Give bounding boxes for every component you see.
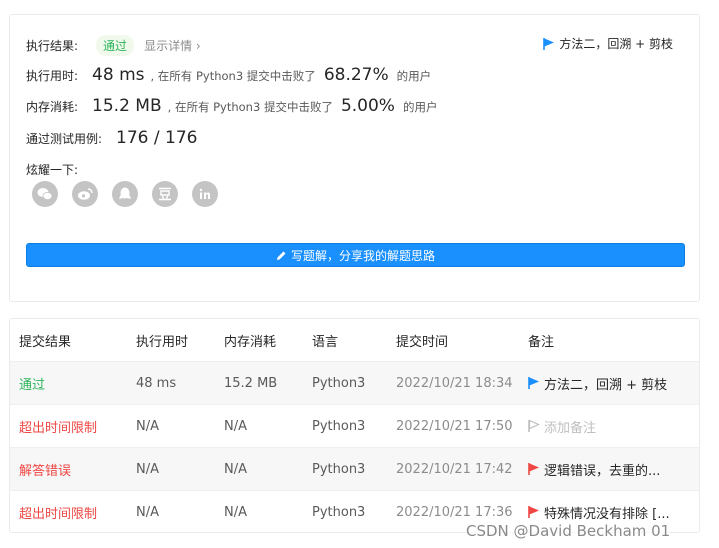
add-note-text: 添加备注: [544, 420, 597, 436]
table-row[interactable]: 超出时间限制 N/A N/A Python3 2022/10/21 17:50 …: [10, 404, 699, 447]
status-badge: 通过: [96, 35, 135, 56]
flag-icon: [528, 506, 539, 518]
row-result[interactable]: 超出时间限制: [19, 417, 97, 436]
watermark: CSDN @David Beckham 01: [466, 522, 671, 540]
runtime-tail-text: 的用户: [396, 69, 432, 83]
show-details-link[interactable]: 显示详情 ›: [144, 37, 201, 54]
wechat-icon[interactable]: [32, 181, 58, 207]
row-submitted-time: 2022/10/21 17:50: [396, 418, 513, 434]
tests-value: 176 / 176: [116, 128, 198, 148]
row-runtime: N/A: [136, 504, 159, 520]
submission-note-text: 方法二，回溯 + 剪枝: [559, 37, 673, 51]
row-memory: N/A: [224, 461, 247, 477]
row-result[interactable]: 超出时间限制: [19, 503, 97, 522]
qq-icon[interactable]: [112, 181, 138, 207]
flag-icon: [543, 37, 555, 50]
row-submitted-time: 2022/10/21 18:34: [396, 375, 513, 391]
linkedin-icon[interactable]: [192, 181, 218, 207]
header-result: 提交结果: [19, 334, 72, 350]
row-note[interactable]: 特殊情况没有排除 [...: [528, 503, 670, 522]
submission-note[interactable]: 方法二，回溯 + 剪枝: [543, 35, 673, 52]
row-result[interactable]: 通过: [19, 374, 45, 393]
table-header: 提交结果 执行用时 内存消耗 语言 提交时间 备注: [10, 319, 699, 361]
row-note[interactable]: 方法二，回溯 + 剪枝: [528, 374, 667, 393]
header-language: 语言: [312, 334, 339, 350]
header-note: 备注: [528, 334, 555, 350]
row-result[interactable]: 解答错误: [19, 460, 71, 479]
memory-percentile: 5.00%: [340, 96, 395, 116]
status-label: 执行结果:: [26, 39, 79, 53]
runtime-label: 执行用时:: [26, 69, 79, 83]
flag-icon: [528, 377, 539, 389]
tests-label: 通过测试用例:: [26, 132, 103, 146]
row-note-text: 逻辑错误，去重的...: [544, 463, 661, 479]
douban-icon[interactable]: [152, 181, 178, 207]
pencil-icon: [276, 251, 286, 260]
memory-tail-text: 的用户: [402, 100, 438, 114]
memory-row: 内存消耗: 15.2 MB , 在所有 Python3 提交中击败了 5.00%…: [26, 96, 437, 116]
row-memory: 15.2 MB: [224, 375, 278, 391]
runtime-row: 执行用时: 48 ms , 在所有 Python3 提交中击败了 68.27% …: [26, 65, 431, 85]
row-runtime: 48 ms: [136, 375, 177, 391]
memory-beat-text: , 在所有 Python3 提交中击败了: [167, 100, 333, 114]
tests-row: 通过测试用例: 176 / 176: [26, 128, 203, 148]
flag-icon: [528, 463, 539, 475]
share-label: 炫耀一下:: [26, 163, 79, 177]
row-memory: N/A: [224, 418, 247, 434]
write-solution-label: 写题解，分享我的解题思路: [290, 248, 435, 263]
header-runtime: 执行用时: [136, 334, 189, 350]
table-row[interactable]: 解答错误 N/A N/A Python3 2022/10/21 17:42 逻辑…: [10, 447, 699, 490]
row-note-text: 方法二，回溯 + 剪枝: [544, 377, 668, 393]
header-memory: 内存消耗: [224, 334, 277, 350]
header-submitted-time: 提交时间: [396, 334, 449, 350]
table-row[interactable]: 通过 48 ms 15.2 MB Python3 2022/10/21 18:3…: [10, 361, 699, 404]
runtime-beat-text: , 在所有 Python3 提交中击败了: [150, 69, 316, 83]
runtime-value: 48 ms: [92, 65, 145, 85]
row-language: Python3: [312, 461, 366, 477]
share-icons: [32, 181, 218, 207]
weibo-icon[interactable]: [72, 181, 98, 207]
memory-value: 15.2 MB: [92, 96, 162, 116]
flag-outline-icon: [528, 419, 540, 432]
row-runtime: N/A: [136, 418, 159, 434]
runtime-percentile: 68.27%: [323, 65, 389, 85]
row-memory: N/A: [224, 504, 247, 520]
row-note[interactable]: 添加备注: [528, 417, 596, 436]
row-runtime: N/A: [136, 461, 159, 477]
row-note-text: 特殊情况没有排除 [...: [544, 506, 670, 522]
row-language: Python3: [312, 375, 366, 391]
row-language: Python3: [312, 418, 366, 434]
result-summary-card: 执行结果: 通过 显示详情 › 方法二，回溯 + 剪枝 执行用时: 48 ms …: [9, 14, 700, 302]
row-submitted-time: 2022/10/21 17:36: [396, 504, 513, 520]
row-language: Python3: [312, 504, 366, 520]
submissions-table: 提交结果 执行用时 内存消耗 语言 提交时间 备注 通过 48 ms 15.2 …: [9, 318, 700, 533]
write-solution-button[interactable]: 写题解，分享我的解题思路: [26, 243, 685, 267]
status-row: 执行结果: 通过 显示详情 ›: [26, 35, 201, 56]
row-note[interactable]: 逻辑错误，去重的...: [528, 460, 660, 479]
row-submitted-time: 2022/10/21 17:42: [396, 461, 513, 477]
memory-label: 内存消耗:: [26, 100, 79, 114]
